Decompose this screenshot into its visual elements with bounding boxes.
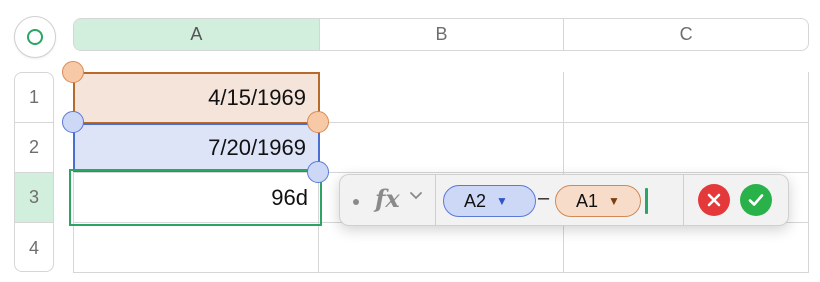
divider [435, 175, 436, 225]
token-a2-label: A2 [464, 190, 487, 211]
formula-editor[interactable]: fx A2 ▼ – A1 ▼ [339, 174, 789, 226]
row-header-bar: 1 2 3 4 [14, 72, 54, 272]
column-header-bar: A B C [73, 18, 809, 51]
formula-operator: – [538, 187, 550, 209]
token-a1-label: A1 [576, 190, 599, 211]
a2-range-handle-bottom-right[interactable] [307, 161, 329, 183]
fx-icon[interactable]: fx [375, 184, 400, 213]
a1-range-handle-bottom-right[interactable] [307, 111, 329, 133]
row-header-3[interactable]: 3 [15, 173, 53, 223]
accept-button[interactable] [740, 184, 772, 216]
formula-token-a1[interactable]: A1 ▼ [555, 185, 641, 217]
triangle-down-icon[interactable]: ▼ [496, 194, 508, 208]
row-header-2[interactable]: 2 [15, 123, 53, 173]
formula-token-a2[interactable]: A2 ▼ [443, 185, 536, 217]
chevron-down-icon[interactable] [410, 188, 422, 205]
select-all-button[interactable] [14, 16, 56, 58]
a1-range-handle-top-left[interactable] [62, 61, 84, 83]
cancel-x-icon [707, 193, 721, 207]
drag-handle-dot[interactable] [353, 199, 359, 205]
circle-icon [27, 29, 43, 45]
row-header-1[interactable]: 1 [15, 73, 53, 123]
cell-a1[interactable]: 4/15/1969 [73, 72, 320, 124]
checkmark-icon [748, 194, 764, 206]
column-header-c[interactable]: C [564, 19, 808, 50]
column-header-a[interactable]: A [74, 19, 320, 50]
cancel-button[interactable] [698, 184, 730, 216]
row-header-4[interactable]: 4 [15, 223, 53, 271]
cell-a2-value: 7/20/1969 [208, 134, 306, 160]
cell-a1-value: 4/15/1969 [208, 85, 306, 110]
text-cursor [645, 188, 648, 214]
cell-a3-active[interactable]: 96d [69, 169, 322, 226]
cell-a3-value: 96d [271, 184, 308, 210]
divider [683, 175, 684, 225]
cell-a2[interactable]: 7/20/1969 [73, 123, 320, 172]
column-header-b[interactable]: B [320, 19, 565, 50]
a2-range-handle-top-left[interactable] [62, 111, 84, 133]
triangle-down-icon[interactable]: ▼ [608, 194, 620, 208]
